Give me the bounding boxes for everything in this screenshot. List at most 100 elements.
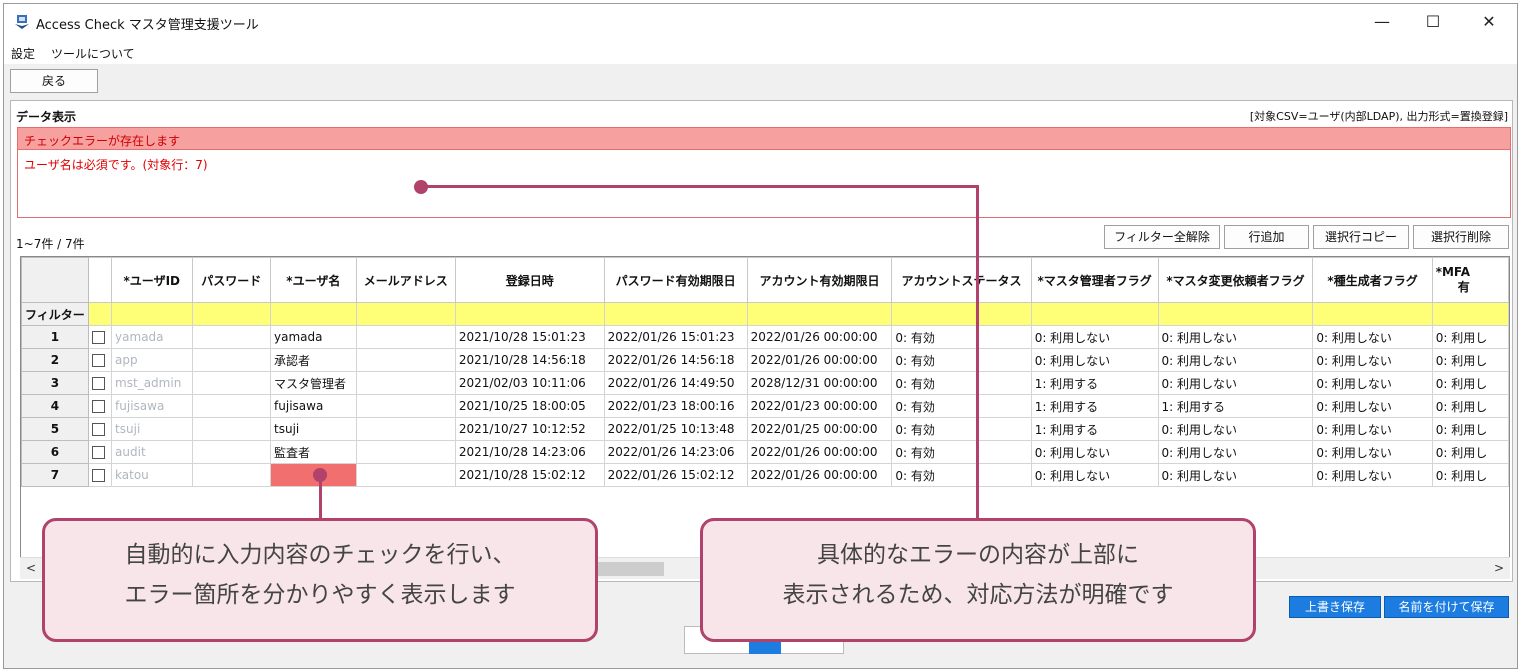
row-number[interactable]: 1	[21, 325, 89, 349]
table-cell[interactable]: 0: 利用しない	[1312, 348, 1433, 372]
table-cell[interactable]: 0: 有効	[891, 463, 1032, 487]
table-cell[interactable]: 0: 有効	[891, 394, 1032, 418]
table-cell[interactable]: katou	[111, 463, 193, 487]
menu-settings[interactable]: 設定	[11, 45, 35, 62]
table-cell[interactable]: 0: 有効	[891, 417, 1032, 441]
table-cell[interactable]: 0: 利用しない	[1312, 325, 1433, 349]
column-header[interactable]: *MFA 有	[1431, 257, 1509, 303]
table-cell[interactable]	[355, 417, 456, 441]
copy-row-button[interactable]: 選択行コピー	[1313, 225, 1409, 249]
column-header[interactable]: *種生成者フラグ	[1312, 257, 1433, 303]
table-cell[interactable]: 1: 利用する	[1030, 417, 1159, 441]
table-cell[interactable]: 0: 利用しない	[1312, 440, 1433, 464]
minimize-button[interactable]: —	[1359, 8, 1405, 36]
table-cell[interactable]: 2021/10/27 10:12:52	[454, 417, 605, 441]
table-cell[interactable]: 0: 利用しない	[1312, 371, 1433, 395]
table-cell[interactable]: 0: 利用しない	[1030, 348, 1159, 372]
table-cell[interactable]: 0: 有効	[891, 440, 1032, 464]
row-number[interactable]: 2	[21, 348, 89, 372]
table-cell[interactable]: 0: 利用しない	[1157, 371, 1314, 395]
table-cell[interactable]: yamada	[111, 325, 193, 349]
table-cell[interactable]: 2021/10/28 15:01:23	[454, 325, 605, 349]
column-header[interactable]: *マスタ変更依頼者フラグ	[1157, 257, 1314, 303]
row-number[interactable]: 7	[21, 463, 89, 487]
save-as-button[interactable]: 名前を付けて保存	[1384, 596, 1509, 618]
table-cell[interactable]: 承認者	[270, 348, 357, 372]
table-cell[interactable]: 0: 利用しない	[1030, 325, 1159, 349]
row-checkbox[interactable]	[91, 331, 105, 344]
table-cell[interactable]: 0: 有効	[891, 371, 1032, 395]
table-cell[interactable]: 0: 有効	[891, 348, 1032, 372]
table-cell[interactable]: 0: 利用しない	[1157, 440, 1314, 464]
table-cell[interactable]	[355, 394, 456, 418]
table-cell[interactable]: 2022/01/26 00:00:00	[746, 348, 893, 372]
table-cell[interactable]: マスタ管理者	[270, 371, 357, 395]
table-cell[interactable]: fujisawa	[270, 394, 357, 418]
table-cell[interactable]: 0: 利用し	[1431, 417, 1509, 441]
filter-cell[interactable]	[454, 302, 605, 326]
row-number[interactable]: 4	[21, 394, 89, 418]
table-cell[interactable]: tsuji	[270, 417, 357, 441]
table-cell[interactable]: 0: 利用し	[1431, 440, 1509, 464]
table-cell[interactable]: 2022/01/23 00:00:00	[746, 394, 893, 418]
filter-cell[interactable]	[891, 302, 1032, 326]
table-cell[interactable]: 0: 利用しない	[1030, 440, 1159, 464]
table-cell[interactable]: 2022/01/26 14:56:18	[603, 348, 748, 372]
row-checkbox[interactable]	[91, 423, 105, 436]
table-cell[interactable]: 0: 利用しない	[1157, 417, 1314, 441]
add-row-button[interactable]: 行追加	[1224, 225, 1309, 249]
table-cell[interactable]	[355, 325, 456, 349]
table-cell[interactable]	[355, 463, 456, 487]
table-cell[interactable]: 1: 利用する	[1157, 394, 1314, 418]
overwrite-save-button[interactable]: 上書き保存	[1289, 596, 1381, 618]
row-checkbox[interactable]	[91, 446, 105, 459]
column-header[interactable]: パスワード有効期限日	[603, 257, 748, 303]
filter-cell[interactable]	[270, 302, 357, 326]
table-cell[interactable]	[191, 325, 272, 349]
table-cell[interactable]: 2022/01/25 00:00:00	[746, 417, 893, 441]
table-cell[interactable]: 0: 利用しない	[1157, 463, 1314, 487]
back-button[interactable]: 戻る	[10, 69, 98, 93]
table-cell[interactable]: 0: 利用しない	[1157, 348, 1314, 372]
table-cell[interactable]: 0: 有効	[891, 325, 1032, 349]
filter-cell[interactable]	[746, 302, 893, 326]
column-header[interactable]: メールアドレス	[355, 257, 456, 303]
filter-cell[interactable]	[603, 302, 748, 326]
clear-filter-button[interactable]: フィルター全解除	[1104, 225, 1220, 249]
delete-row-button[interactable]: 選択行削除	[1413, 225, 1509, 249]
row-number[interactable]: 6	[21, 440, 89, 464]
column-header[interactable]: 登録日時	[454, 257, 605, 303]
table-cell[interactable]: 2022/01/26 14:23:06	[603, 440, 748, 464]
table-cell[interactable]	[191, 440, 272, 464]
table-row[interactable]: 4 fujisawa fujisawa 2021/10/25 18:00:05 2022…	[21, 394, 1509, 418]
table-cell[interactable]: yamada	[270, 325, 357, 349]
maximize-button[interactable]: ☐	[1410, 8, 1456, 36]
column-header[interactable]: パスワード	[191, 257, 272, 303]
table-cell[interactable]: 2022/01/25 10:13:48	[603, 417, 748, 441]
table-cell[interactable]: 0: 利用し	[1431, 463, 1509, 487]
row-checkbox[interactable]	[91, 354, 105, 367]
close-button[interactable]: ✕	[1466, 8, 1512, 36]
table-cell[interactable]: 2021/10/25 18:00:05	[454, 394, 605, 418]
table-cell[interactable]: 0: 利用し	[1431, 394, 1509, 418]
column-header[interactable]: *ユーザ名	[270, 257, 357, 303]
column-header[interactable]: アカウント有効期限日	[746, 257, 893, 303]
table-cell[interactable]: 2021/10/28 15:02:12	[454, 463, 605, 487]
table-cell[interactable]	[191, 417, 272, 441]
table-cell[interactable]: 2028/12/31 00:00:00	[746, 371, 893, 395]
table-cell[interactable]: 0: 利用しない	[1157, 325, 1314, 349]
table-row[interactable]: 5 tsuji tsuji 2021/10/27 10:12:52 2022/01/25…	[21, 417, 1509, 441]
table-cell[interactable]: 2021/10/28 14:56:18	[454, 348, 605, 372]
row-number[interactable]: 3	[21, 371, 89, 395]
table-cell[interactable]	[191, 348, 272, 372]
scroll-right-icon[interactable]: >	[1494, 561, 1504, 575]
table-cell[interactable]: 0: 利用し	[1431, 371, 1509, 395]
table-cell[interactable]: 2022/01/26 00:00:00	[746, 325, 893, 349]
table-cell[interactable]: 2022/01/26 15:02:12	[603, 463, 748, 487]
table-cell[interactable]: tsuji	[111, 417, 193, 441]
table-cell[interactable]: mst_admin	[111, 371, 193, 395]
table-cell[interactable]: 0: 利用しない	[1312, 463, 1433, 487]
filter-cell[interactable]	[87, 302, 113, 326]
table-cell[interactable]	[191, 394, 272, 418]
table-cell[interactable]: 2022/01/26 00:00:00	[746, 463, 893, 487]
